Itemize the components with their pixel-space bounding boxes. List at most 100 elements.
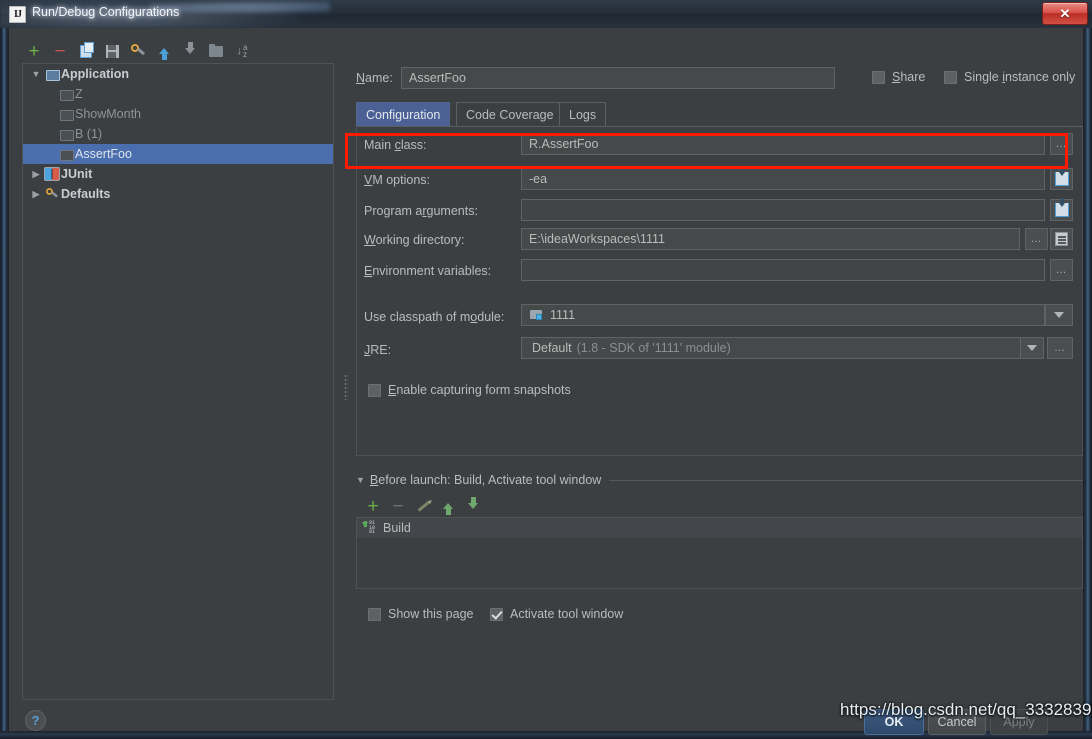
before-launch-task-list[interactable]: 01 10 01 Build <box>356 517 1083 589</box>
show-this-page-label: Show this page <box>388 607 474 621</box>
tree-item-junit[interactable]: ▶ JUnit <box>23 164 333 184</box>
classpath-module-label: Use classpath of module: <box>364 310 505 324</box>
twisty-collapsed-icon[interactable]: ▶ <box>29 189 43 200</box>
main-class-input[interactable]: R.AssertFoo <box>521 133 1045 155</box>
edit-templates-button[interactable] <box>127 40 149 62</box>
form-snapshots-checkbox-row[interactable]: Enable capturing form snapshots <box>368 383 571 397</box>
twisty-expanded-icon[interactable]: ▼ <box>29 69 43 79</box>
add-configuration-button[interactable]: + <box>23 40 45 62</box>
program-arguments-expand-button[interactable] <box>1050 198 1073 221</box>
working-directory-macros-button[interactable] <box>1050 228 1073 250</box>
show-this-page-checkbox-row[interactable]: Show this page <box>368 607 473 621</box>
activate-tool-window-checkbox-row[interactable]: Activate tool window <box>490 607 623 621</box>
move-up-button[interactable] <box>153 40 175 62</box>
main-class-label: Main class: <box>364 138 427 152</box>
move-down-button[interactable] <box>179 40 201 62</box>
single-instance-checkbox[interactable] <box>944 70 957 84</box>
build-icon: 01 10 01 <box>362 521 376 535</box>
minus-icon: − <box>392 495 404 517</box>
copy-configuration-button[interactable] <box>75 40 97 62</box>
tab-code-coverage[interactable]: Code Coverage <box>456 102 564 126</box>
save-configuration-button[interactable] <box>101 40 123 62</box>
vm-options-value: -ea <box>529 172 548 186</box>
environment-variables-browse-button[interactable]: … <box>1050 259 1073 281</box>
list-item[interactable]: 01 10 01 Build <box>357 518 1082 538</box>
application-config-icon <box>57 109 75 121</box>
jre-browse-button[interactable]: … <box>1047 337 1073 359</box>
single-instance-label: Single instance only <box>964 70 1076 84</box>
before-launch-label: Before launch: Build, Activate tool wind… <box>369 473 602 487</box>
name-label: Name: <box>356 71 393 85</box>
activate-tool-window-label: Activate tool window <box>510 607 624 621</box>
tree-item-label: Z <box>75 87 83 101</box>
application-icon <box>43 69 61 81</box>
create-folder-button[interactable] <box>205 40 227 62</box>
twisty-collapsed-icon[interactable]: ▶ <box>29 169 43 180</box>
working-directory-input[interactable]: E:\ideaWorkspaces\1111 <box>521 228 1020 250</box>
configuration-editor-panel: Name: AssertFoo Share Single instance on… <box>354 28 1083 731</box>
arrow-up-icon <box>159 48 169 60</box>
name-input[interactable]: AssertFoo <box>401 67 835 89</box>
window-titlebar[interactable]: IJ Run/Debug Configurations ✕ <box>0 0 1092 29</box>
tree-item-application[interactable]: ▼ Application <box>23 64 333 84</box>
configurations-tree[interactable]: ▼ Application Z ShowMonth B (1) AssertFo… <box>22 63 334 700</box>
before-launch-title[interactable]: ▼ Before launch: Build, Activate tool wi… <box>356 473 601 487</box>
tab-logs[interactable]: Logs <box>559 102 607 126</box>
tree-item-label: AssertFoo <box>75 147 132 161</box>
watermark-text: https://blog.csdn.net/qq_33328399 <box>840 700 1092 719</box>
sort-az-icon: ↓ a z <box>236 43 248 59</box>
share-checkbox-row[interactable]: Share <box>872 70 925 84</box>
single-instance-checkbox-row[interactable]: Single instance only <box>944 70 1075 84</box>
tree-item-assertfoo[interactable]: AssertFoo <box>23 144 333 164</box>
minus-icon: − <box>54 40 66 62</box>
classpath-module-select[interactable]: 1111 <box>521 304 1045 326</box>
configurations-toolbar: + − ↓ a z <box>23 38 333 64</box>
twisty-expanded-icon[interactable]: ▼ <box>356 475 365 485</box>
help-button[interactable]: ? <box>25 710 46 731</box>
jre-select[interactable]: Default (1.8 - SDK of '1111' module) <box>521 337 1025 359</box>
application-config-icon <box>57 129 75 141</box>
share-checkbox[interactable] <box>872 70 885 84</box>
plus-icon: + <box>367 495 379 517</box>
panel-splitter[interactable] <box>342 64 350 698</box>
copy-icon <box>80 41 94 58</box>
arrow-down-icon <box>185 42 195 54</box>
plus-icon: + <box>28 40 40 62</box>
classpath-module-dropdown-button[interactable] <box>1045 304 1073 326</box>
program-arguments-input[interactable] <box>521 199 1045 221</box>
jre-value: Default <box>532 341 572 355</box>
window-root: IJ Run/Debug Configurations ✕ + − ↓ a z ▼ … <box>0 0 1092 739</box>
show-this-page-checkbox[interactable] <box>368 607 381 621</box>
share-label: Share <box>892 70 926 84</box>
add-before-launch-task-button[interactable]: + <box>362 495 384 517</box>
working-directory-browse-button[interactable]: … <box>1025 228 1048 250</box>
pencil-icon <box>417 500 429 512</box>
vm-options-expand-button[interactable] <box>1050 167 1073 190</box>
splitter-handle-icon <box>344 374 348 400</box>
save-icon <box>105 44 119 58</box>
environment-variables-label: Environment variables: <box>364 264 492 278</box>
vm-options-input[interactable]: -ea <box>521 168 1045 190</box>
close-window-button[interactable]: ✕ <box>1042 2 1088 25</box>
sort-alphabetically-button[interactable]: ↓ a z <box>231 40 253 62</box>
move-task-up-button <box>437 495 459 517</box>
tree-item-defaults[interactable]: ▶ Defaults <box>23 184 333 204</box>
window-frame-right <box>1083 28 1092 739</box>
module-icon <box>530 309 544 321</box>
application-config-icon <box>57 149 75 161</box>
expand-editor-icon <box>1054 198 1069 217</box>
edit-before-launch-task-button <box>412 495 434 517</box>
tab-configuration[interactable]: Configuration <box>356 102 451 126</box>
tree-item-label: ShowMonth <box>75 107 142 121</box>
remove-configuration-button[interactable]: − <box>49 40 71 62</box>
jre-dropdown-button[interactable] <box>1020 337 1044 359</box>
activate-tool-window-checkbox[interactable] <box>490 607 503 621</box>
tree-item-z[interactable]: Z <box>23 84 333 104</box>
before-launch-divider <box>609 480 1083 481</box>
form-snapshots-checkbox[interactable] <box>368 383 381 397</box>
tree-item-b1[interactable]: B (1) <box>23 124 333 144</box>
environment-variables-input[interactable] <box>521 259 1045 281</box>
main-class-browse-button[interactable]: … <box>1050 133 1073 155</box>
vm-options-label: VM options: <box>364 173 431 187</box>
tree-item-showmonth[interactable]: ShowMonth <box>23 104 333 124</box>
